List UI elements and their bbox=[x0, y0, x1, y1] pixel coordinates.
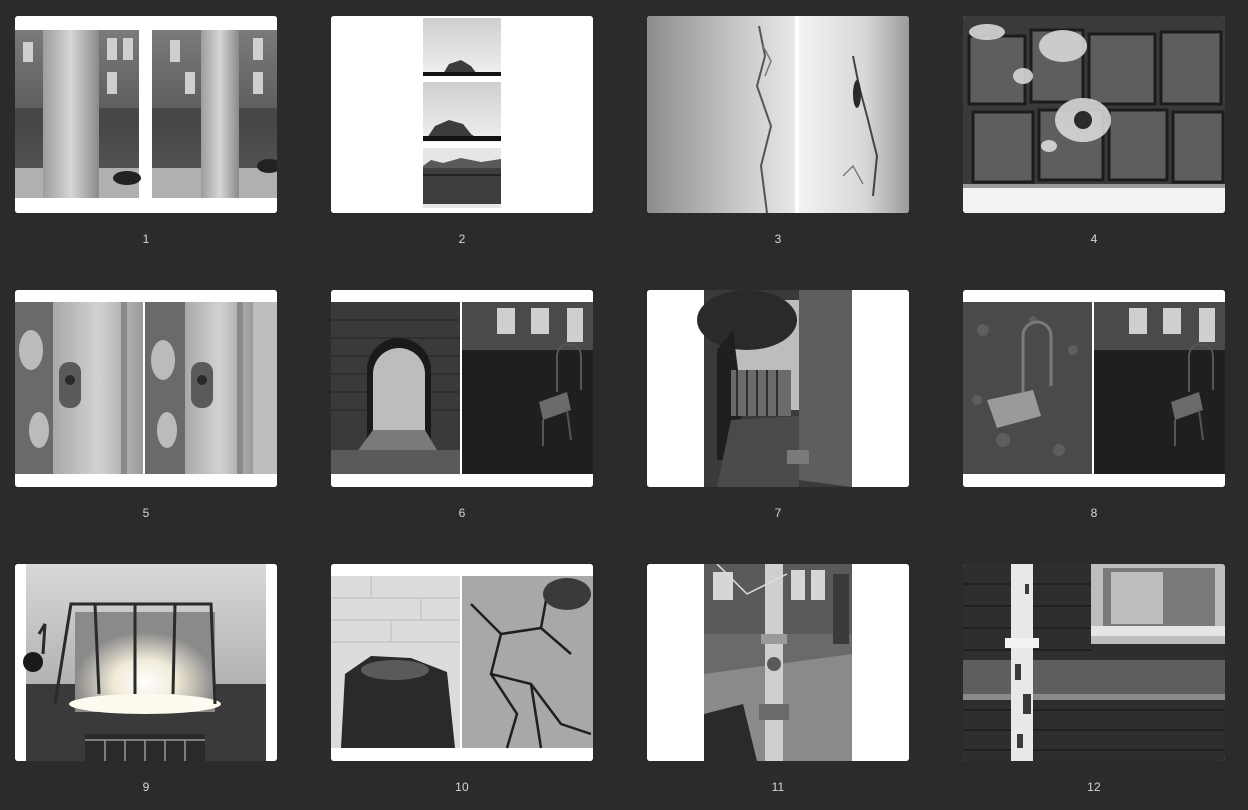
spread-archway-chair-image bbox=[331, 290, 593, 487]
page-number-label: 9 bbox=[142, 780, 150, 794]
page-thumbnail-12[interactable]: 12 bbox=[963, 564, 1225, 810]
thumbnail-image bbox=[331, 564, 593, 761]
page-number-label: 12 bbox=[1087, 780, 1101, 794]
page-number-label: 7 bbox=[774, 506, 782, 520]
page-number-label: 8 bbox=[1090, 506, 1098, 520]
thumbnail-image bbox=[331, 290, 593, 487]
page-thumbnail-8[interactable]: 8 bbox=[963, 290, 1225, 540]
glowing-swing-frame-image bbox=[15, 564, 277, 761]
page-number-label: 6 bbox=[458, 506, 466, 520]
page-number-label: 2 bbox=[458, 232, 466, 246]
thumbnail-image bbox=[15, 16, 277, 213]
spread-soil-cracked-ground-image bbox=[331, 564, 593, 761]
thumbnail-image bbox=[15, 290, 277, 487]
thumbnail-image bbox=[15, 564, 277, 761]
rusty-drainpipe-wall-image bbox=[963, 564, 1225, 761]
spread-pole-facade-image bbox=[15, 16, 277, 213]
page-thumbnail-11[interactable]: 11 bbox=[647, 564, 909, 810]
thumbnail-image bbox=[963, 290, 1225, 487]
page-number-label: 5 bbox=[142, 506, 150, 520]
page-thumbnail-grid: 1 2 3 4 5 6 7 8 9 10 11 12 bbox=[0, 0, 1248, 810]
triptych-rock-horizon-image bbox=[331, 16, 593, 213]
page-thumbnail-3[interactable]: 3 bbox=[647, 16, 909, 266]
spread-door-lock-image bbox=[15, 290, 277, 487]
page-thumbnail-10[interactable]: 10 bbox=[331, 564, 593, 810]
page-number-label: 11 bbox=[771, 780, 785, 794]
page-thumbnail-6[interactable]: 6 bbox=[331, 290, 593, 540]
spread-chair-grass-image bbox=[963, 290, 1225, 487]
spread-peeling-paint-image bbox=[647, 16, 909, 213]
page-number-label: 10 bbox=[455, 780, 469, 794]
page-number-label: 4 bbox=[1090, 232, 1098, 246]
thumbnail-image bbox=[331, 16, 593, 213]
page-number-label: 3 bbox=[774, 232, 782, 246]
page-number-label: 1 bbox=[142, 232, 150, 246]
page-thumbnail-5[interactable]: 5 bbox=[15, 290, 277, 540]
page-thumbnail-2[interactable]: 2 bbox=[331, 16, 593, 266]
page-thumbnail-1[interactable]: 1 bbox=[15, 16, 277, 266]
page-thumbnail-7[interactable]: 7 bbox=[647, 290, 909, 540]
page-thumbnail-4[interactable]: 4 bbox=[963, 16, 1225, 266]
thumbnail-image bbox=[647, 16, 909, 213]
thumbnail-image bbox=[647, 564, 909, 761]
thumbnail-image bbox=[963, 564, 1225, 761]
courtyard-tree-alley-image bbox=[647, 290, 909, 487]
brick-wall-lichen-image bbox=[963, 16, 1225, 213]
street-post-building-image bbox=[647, 564, 909, 761]
page-thumbnail-9[interactable]: 9 bbox=[15, 564, 277, 810]
thumbnail-image bbox=[647, 290, 909, 487]
thumbnail-image bbox=[963, 16, 1225, 213]
